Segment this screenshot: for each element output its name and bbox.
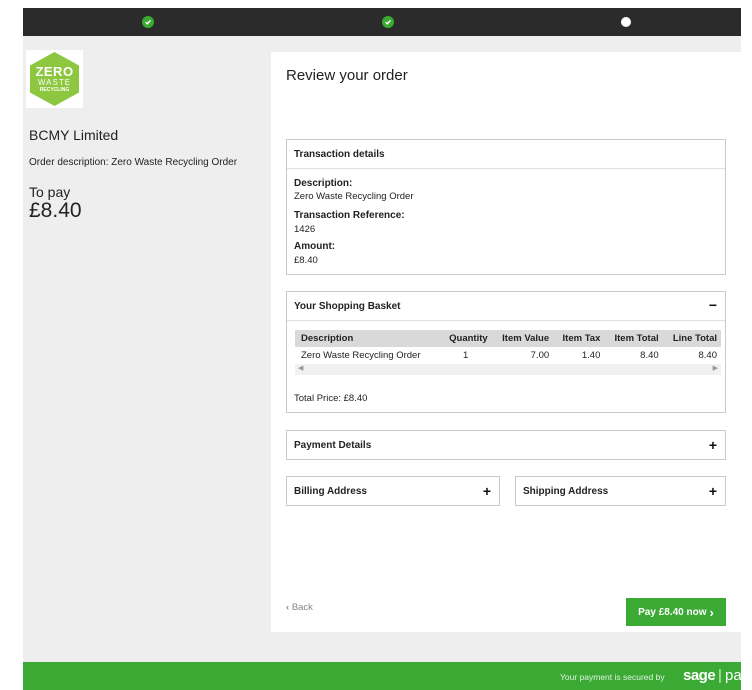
col-item-value: Item Value [491, 330, 554, 347]
col-quantity: Quantity [439, 330, 492, 347]
page-title: Review your order [286, 67, 408, 84]
shopping-basket-header: Your Shopping Basket [294, 301, 401, 312]
progress-bar [23, 8, 741, 36]
total-price: Total Price: £8.40 [294, 393, 368, 404]
payment-details-header: Payment Details [294, 440, 372, 451]
pay-now-label: Pay £8.40 now [638, 606, 707, 618]
chevron-left-icon: ‹ [286, 602, 290, 613]
review-card: Review your order Transaction details De… [271, 52, 741, 632]
page-frame: ZERO WASTE RECYCLING BCMY Limited Order … [23, 8, 749, 690]
scroll-left-arrow-icon[interactable]: ◀ [298, 364, 303, 372]
sage-pay-logo-sage: sage [683, 667, 716, 684]
cell-item-tax: 1.40 [581, 350, 601, 361]
expand-plus-icon[interactable]: + [709, 438, 717, 452]
amount-value: £8.40 [294, 255, 318, 266]
transaction-details-panel: Transaction details Description: Zero Wa… [286, 139, 726, 275]
basket-table: Description Quantity Item Value Item Tax… [295, 330, 721, 364]
to-pay-amount: £8.40 [29, 199, 82, 222]
sage-pay-logo-separator: | [718, 667, 722, 684]
description-label: Description: [294, 178, 353, 189]
amount-label: Amount: [294, 241, 336, 252]
to-pay-label: To pay [29, 184, 71, 200]
scroll-right-arrow-icon[interactable]: ▶ [713, 364, 718, 372]
col-item-total: Item Total [604, 330, 663, 347]
step-2-check-icon [382, 16, 394, 28]
collapse-minus-icon[interactable]: − [709, 298, 717, 312]
expand-plus-icon[interactable]: + [483, 484, 491, 498]
description-value: Zero Waste Recycling Order [294, 191, 414, 202]
pay-now-button[interactable]: Pay £8.40 now › [626, 598, 726, 626]
secured-by-text: Your payment is secured by [560, 672, 665, 682]
billing-address-header: Billing Address [294, 486, 367, 497]
cell-item-value: 7.00 [530, 350, 550, 361]
cell-line-total: 8.40 [698, 350, 718, 361]
shipping-address-panel[interactable]: Shipping Address + [515, 476, 726, 506]
chevron-right-icon: › [709, 604, 714, 620]
step-3-dot-icon [621, 17, 631, 27]
back-link[interactable]: ‹ Back [286, 602, 313, 613]
cell-quantity: 1 [463, 350, 469, 361]
reference-value: 1426 [294, 224, 316, 235]
billing-address-panel[interactable]: Billing Address + [286, 476, 500, 506]
shopping-basket-panel: Your Shopping Basket − Description Quant… [286, 291, 726, 413]
col-item-tax: Item Tax [553, 330, 605, 347]
footer-bar: Your payment is secured by sage | pay [23, 662, 749, 690]
basket-header-row: Description Quantity Item Value Item Tax… [295, 330, 721, 347]
back-label: Back [291, 602, 313, 613]
logo-line2: WASTE [37, 78, 72, 87]
shipping-address-header: Shipping Address [523, 486, 609, 497]
transaction-details-header: Transaction details [294, 149, 385, 160]
sage-pay-logo-pay: pay [725, 667, 750, 684]
order-description: Order description: Zero Waste Recycling … [29, 157, 238, 168]
step-1-check-icon [142, 16, 154, 28]
merchant-name: BCMY Limited [29, 127, 119, 143]
col-description: Description [295, 330, 440, 347]
logo-line1: ZERO [35, 64, 74, 79]
payment-details-panel[interactable]: Payment Details + [286, 430, 726, 460]
reference-label: Transaction Reference: [294, 210, 405, 221]
merchant-logo: ZERO WASTE RECYCLING [26, 50, 83, 108]
cell-description: Zero Waste Recycling Order [301, 350, 421, 361]
cell-item-total: 8.40 [640, 350, 659, 361]
expand-plus-icon[interactable]: + [709, 484, 717, 498]
logo-line3: RECYCLING [39, 87, 70, 93]
col-line-total: Line Total [662, 330, 721, 347]
horizontal-scrollbar[interactable]: ◀ ▶ [295, 364, 721, 375]
table-row: Zero Waste Recycling Order 1 7.00 1.40 8… [295, 347, 721, 364]
